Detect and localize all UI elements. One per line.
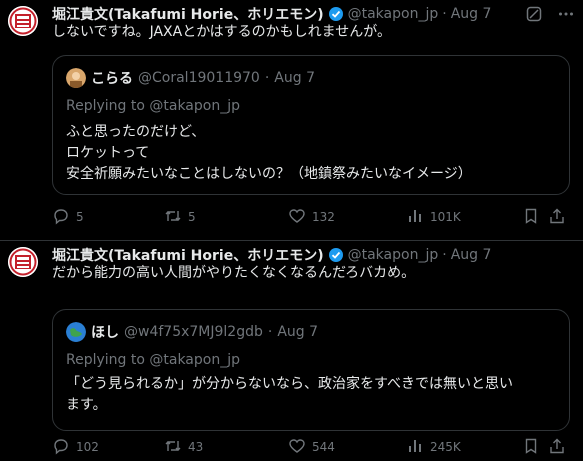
- replying-to: Replying to @takapon_jp: [66, 98, 240, 114]
- reply-icon: [52, 437, 70, 458]
- separator-dot: ·: [442, 6, 447, 22]
- like-count: 132: [312, 210, 335, 224]
- reply-count: 102: [76, 440, 99, 454]
- quote-line: 安全祈願みたいなことはしないの？（地鎮祭みたいなイメージ）: [66, 166, 472, 182]
- views-count: 245K: [430, 440, 461, 454]
- quote-author-name[interactable]: こらる: [91, 68, 133, 88]
- retweet-icon: [164, 437, 182, 458]
- reply-count: 5: [76, 210, 84, 224]
- separator-dot: ·: [442, 247, 447, 263]
- views-icon: [406, 437, 424, 458]
- bookmark-button[interactable]: [522, 437, 540, 458]
- retweet-count: 5: [188, 210, 196, 224]
- reply-icon: [52, 207, 70, 228]
- views-button[interactable]: 101K: [406, 207, 461, 228]
- share-button[interactable]: [548, 207, 566, 228]
- quote-text: 「どう見られるか」が分からないなら、政治家をすべきでは無いと思い ます。: [66, 374, 557, 416]
- more-icon[interactable]: [557, 5, 575, 23]
- like-count: 544: [312, 440, 335, 454]
- quote-author-handle[interactable]: @Coral19011970: [138, 70, 260, 86]
- tweet-actions: 102 43 544 245K: [52, 437, 573, 457]
- share-icon: [548, 207, 566, 228]
- replying-to: Replying to @takapon_jp: [66, 352, 240, 368]
- like-button[interactable]: 544: [288, 437, 335, 458]
- quote-text: ふと思ったのだけど、 ロケットって 安全祈願みたいなことはしないの？（地鎮祭みた…: [66, 122, 557, 185]
- views-button[interactable]: 245K: [406, 437, 461, 458]
- views-count: 101K: [430, 210, 461, 224]
- quote-line: 「どう見られるか」が分からないなら、政治家をすべきでは無いと思い: [66, 376, 514, 392]
- quote-line: ロケットって: [66, 145, 150, 161]
- quote-tweet[interactable]: こらる @Coral19011970 · Aug 7 Replying to @…: [52, 55, 570, 195]
- retweet-button[interactable]: 5: [164, 207, 196, 228]
- separator-dot: ·: [267, 324, 273, 340]
- reply-button[interactable]: 102: [52, 437, 99, 458]
- quote-avatar[interactable]: [66, 68, 86, 88]
- tweet-1[interactable]: 堀江貴文(Takafumi Horie、ホリエモン) @takapon_jp ·…: [0, 0, 583, 240]
- quote-date[interactable]: Aug 7: [277, 324, 318, 340]
- quote-author-name[interactable]: ほし: [91, 322, 119, 342]
- author-handle[interactable]: @takapon_jp: [348, 6, 439, 22]
- author-name[interactable]: 堀江貴文(Takafumi Horie、ホリエモン): [52, 245, 324, 265]
- quote-line: ます。: [66, 397, 107, 413]
- bookmark-icon: [522, 207, 540, 228]
- reply-button[interactable]: 5: [52, 207, 84, 228]
- quote-tweet[interactable]: ほし @w4f75x7MJ9l2gdb · Aug 7 Replying to …: [52, 309, 570, 431]
- quote-line: ふと思ったのだけど、: [66, 124, 206, 140]
- share-button[interactable]: [548, 437, 566, 458]
- views-icon: [406, 207, 424, 228]
- tweet-text: しないですね。JAXAとかはするのかもしれませんが。: [52, 24, 391, 40]
- tweet-2[interactable]: 堀江貴文(Takafumi Horie、ホリエモン) @takapon_jp ·…: [0, 241, 583, 461]
- retweet-icon: [164, 207, 182, 228]
- author-name[interactable]: 堀江貴文(Takafumi Horie、ホリエモン): [52, 4, 324, 24]
- verified-badge-icon: [328, 247, 344, 263]
- author-handle[interactable]: @takapon_jp: [348, 247, 439, 263]
- tweet-actions: 5 5 132 101K: [52, 207, 573, 227]
- retweet-button[interactable]: 43: [164, 437, 203, 458]
- share-icon: [548, 437, 566, 458]
- quote-date[interactable]: Aug 7: [274, 70, 315, 86]
- like-icon: [288, 207, 306, 228]
- bookmark-button[interactable]: [522, 207, 540, 228]
- like-icon: [288, 437, 306, 458]
- author-avatar[interactable]: [8, 247, 38, 277]
- author-avatar[interactable]: [8, 6, 38, 36]
- grok-icon[interactable]: [525, 5, 543, 23]
- tweet-text: だから能力の高い人間がやりたくなくなるんだろバカめ。: [52, 265, 416, 281]
- verified-badge-icon: [328, 6, 344, 22]
- tweet-date[interactable]: Aug 7: [451, 6, 492, 22]
- quote-author-handle[interactable]: @w4f75x7MJ9l2gdb: [124, 324, 263, 340]
- quote-avatar[interactable]: [66, 322, 86, 342]
- tweet-date[interactable]: Aug 7: [451, 247, 492, 263]
- bookmark-icon: [522, 437, 540, 458]
- retweet-count: 43: [188, 440, 204, 454]
- like-button[interactable]: 132: [288, 207, 335, 228]
- separator-dot: ·: [264, 70, 270, 86]
